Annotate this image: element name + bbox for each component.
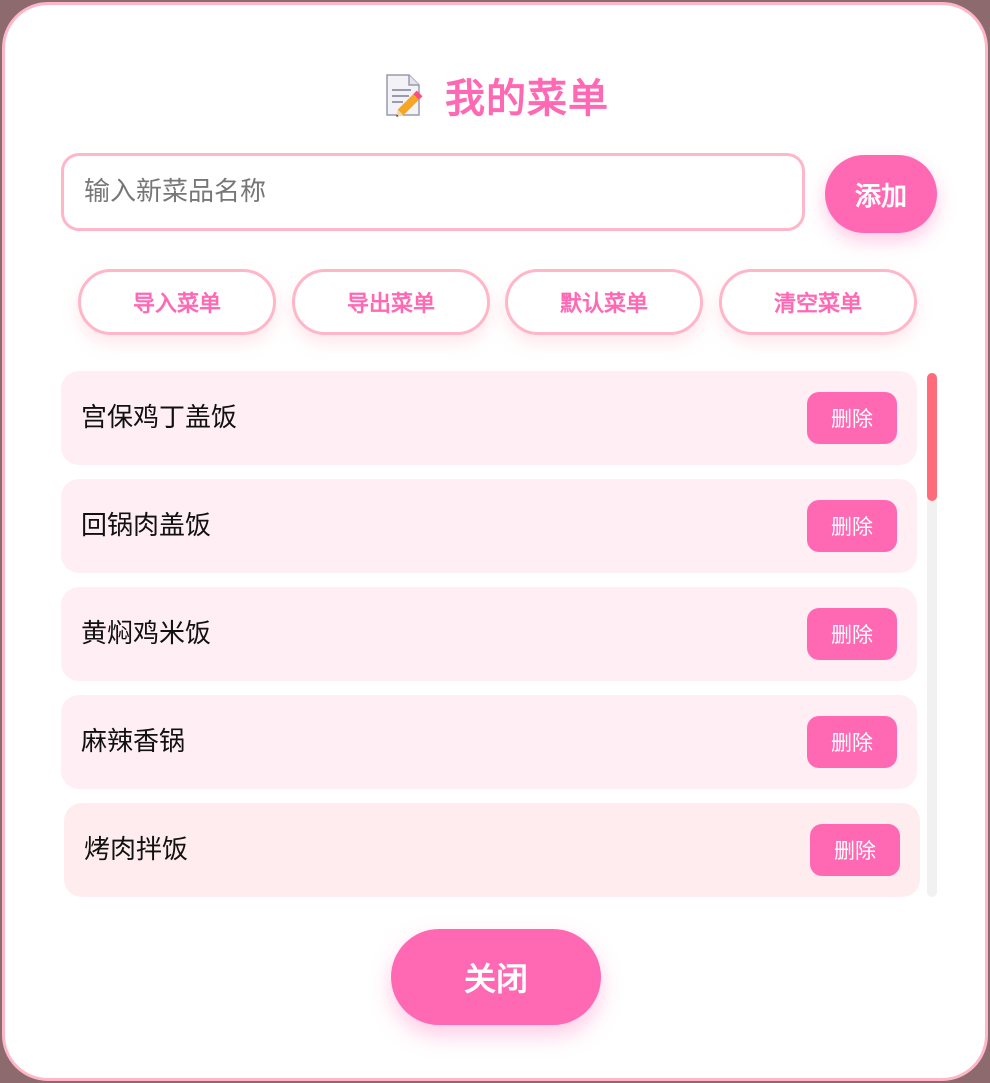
clear-menu-button[interactable]: 清空菜单 bbox=[719, 269, 917, 335]
import-menu-button[interactable]: 导入菜单 bbox=[78, 269, 276, 335]
default-menu-button[interactable]: 默认菜单 bbox=[505, 269, 703, 335]
add-dish-button[interactable]: 添加 bbox=[825, 155, 937, 233]
list-item: 麻辣香锅 删除 bbox=[61, 695, 917, 789]
delete-dish-button[interactable]: 删除 bbox=[807, 500, 897, 552]
scrollbar-track[interactable] bbox=[927, 373, 937, 897]
list-item: 烤肉拌饭 删除 bbox=[64, 803, 920, 897]
new-dish-input[interactable] bbox=[61, 153, 805, 231]
delete-dish-button[interactable]: 删除 bbox=[807, 608, 897, 660]
page-title: 我的菜单 bbox=[445, 76, 609, 122]
dish-name: 宫保鸡丁盖饭 bbox=[81, 403, 238, 433]
delete-dish-button[interactable]: 删除 bbox=[807, 716, 897, 768]
list-item: 宫保鸡丁盖饭 删除 bbox=[61, 371, 917, 465]
menu-modal: 我的菜单 添加 导入菜单 导出菜单 默认菜单 清空菜单 宫保鸡丁盖饭 删除 回锅… bbox=[2, 2, 988, 1081]
export-menu-button[interactable]: 导出菜单 bbox=[292, 269, 490, 335]
delete-dish-button[interactable]: 删除 bbox=[810, 824, 900, 876]
scrollbar-thumb[interactable] bbox=[927, 373, 937, 501]
dish-name: 麻辣香锅 bbox=[81, 727, 186, 757]
close-button[interactable]: 关闭 bbox=[391, 929, 601, 1025]
menu-actions: 导入菜单 导出菜单 默认菜单 清空菜单 bbox=[78, 269, 918, 337]
dish-name: 回锅肉盖饭 bbox=[81, 511, 212, 541]
dish-name: 黄焖鸡米饭 bbox=[81, 619, 212, 649]
list-item: 黄焖鸡米饭 删除 bbox=[61, 587, 917, 681]
memo-pencil-icon bbox=[381, 72, 427, 118]
add-dish-row: 添加 bbox=[61, 153, 937, 233]
delete-dish-button[interactable]: 删除 bbox=[807, 392, 897, 444]
modal-header: 我的菜单 bbox=[5, 67, 985, 123]
menu-list[interactable]: 宫保鸡丁盖饭 删除 回锅肉盖饭 删除 黄焖鸡米饭 删除 麻辣香锅 删除 烤肉拌饭… bbox=[61, 371, 941, 899]
dish-name: 烤肉拌饭 bbox=[84, 835, 189, 865]
list-item: 回锅肉盖饭 删除 bbox=[61, 479, 917, 573]
